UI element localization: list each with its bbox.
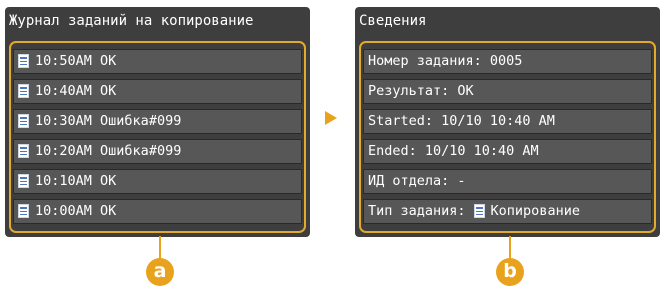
started-row: Started: 10/10 10:40 AM: [363, 109, 652, 134]
job-log-row[interactable]: 10:00AM OK: [13, 199, 302, 224]
job-log-row[interactable]: 10:40AM OK: [13, 79, 302, 104]
copy-doc-icon: [18, 144, 29, 158]
job-log-row[interactable]: 10:30AM Ошибка#099: [13, 109, 302, 134]
result-row: Результат: OK: [363, 79, 652, 104]
job-time: 10:10AM: [35, 173, 92, 189]
job-status: OK: [100, 83, 117, 99]
job-number-row: Номер задания: 0005: [363, 49, 652, 74]
callout-a-line: [159, 236, 161, 260]
job-details-panel: Сведения Номер задания: 0005 Результат: …: [355, 7, 660, 237]
job-time: 10:30AM: [35, 113, 92, 129]
job-status: Ошибка#099: [100, 113, 182, 129]
job-status: OK: [100, 173, 117, 189]
job-number-text: Номер задания: 0005: [368, 53, 523, 69]
callout-b-line: [509, 236, 511, 260]
copy-doc-icon: [473, 204, 485, 218]
copy-doc-icon: [18, 54, 29, 68]
copy-doc-icon: [18, 174, 29, 188]
job-status: OK: [100, 203, 117, 219]
copy-doc-icon: [18, 114, 29, 128]
job-log-panel: Журнал заданий на копирование 10:50AM OK…: [5, 7, 310, 237]
result-text: Результат: OK: [368, 83, 474, 99]
callout-a-badge: a: [146, 258, 174, 286]
job-details-title: Сведения: [359, 13, 427, 29]
copy-doc-icon: [18, 204, 29, 218]
job-type-row: Тип задания: Копирование: [363, 199, 652, 224]
job-time: 10:20AM: [35, 143, 92, 159]
job-log-row[interactable]: 10:10AM OK: [13, 169, 302, 194]
started-text: Started: 10/10 10:40 AM: [368, 113, 555, 129]
ended-row: Ended: 10/10 10:40 AM: [363, 139, 652, 164]
department-row: ИД отдела: -: [363, 169, 652, 194]
department-text: ИД отдела: -: [368, 173, 466, 189]
callout-b-badge: b: [496, 258, 524, 286]
copy-doc-icon: [18, 84, 29, 98]
job-log-title: Журнал заданий на копирование: [9, 13, 254, 29]
job-log-row[interactable]: 10:50AM OK: [13, 49, 302, 74]
job-log-row[interactable]: 10:20AM Ошибка#099: [13, 139, 302, 164]
ended-text: Ended: 10/10 10:40 AM: [368, 143, 539, 159]
job-time: 10:40AM: [35, 83, 92, 99]
job-status: Ошибка#099: [100, 143, 182, 159]
job-time: 10:50AM: [35, 53, 92, 69]
job-type-value: Копирование: [490, 203, 580, 219]
job-time: 10:00AM: [35, 203, 92, 219]
job-status: OK: [100, 53, 117, 69]
arrow-right-icon: [325, 111, 337, 125]
job-type-label: Тип задания:: [368, 203, 466, 219]
